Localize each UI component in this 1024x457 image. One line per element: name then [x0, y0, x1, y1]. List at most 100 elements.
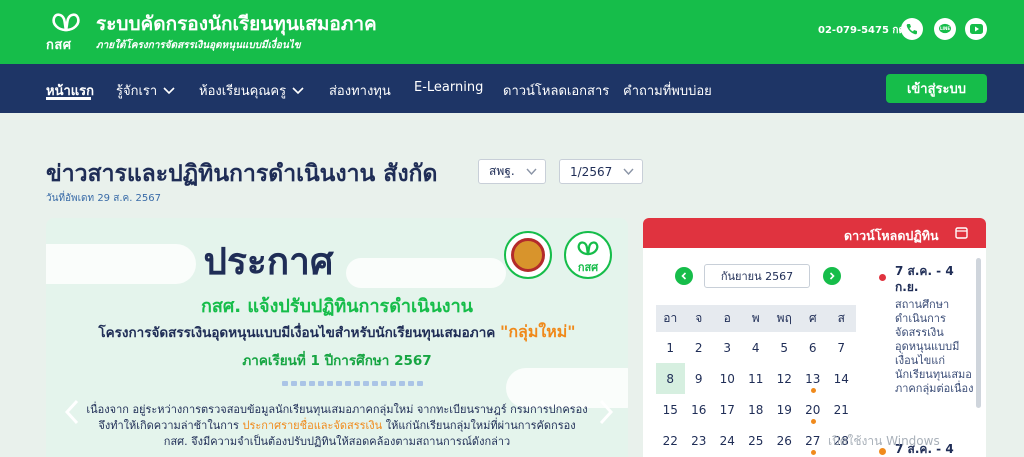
- calendar-day[interactable]: 6: [799, 332, 828, 363]
- site-title: ระบบคัดกรองนักเรียนทุนเสมอภาค: [96, 13, 377, 35]
- event-dot: [879, 274, 886, 281]
- calendar-day[interactable]: 8: [656, 363, 685, 394]
- calendar-day[interactable]: 1: [656, 332, 685, 363]
- calendar-day[interactable]: 23: [685, 425, 714, 456]
- calendar-week-row: 22 23 24 25 26 27 28: [656, 425, 856, 456]
- calendar-week-row: 1234567: [656, 332, 856, 363]
- site-subtitle: ภายใต้โครงการจัดสรรเงินอุดหนุนแบบมีเงื่อ…: [96, 40, 301, 51]
- calendar-day[interactable]: 2: [685, 332, 714, 363]
- event-marker: [810, 450, 816, 455]
- youtube-icon[interactable]: [965, 18, 987, 40]
- announcement-banner[interactable]: ประกาศ กสศ กสศ. แจ้งปรับปฏิทินการดำเนินง…: [46, 218, 628, 457]
- badge-text: กสศ: [577, 261, 599, 274]
- weekday-label: จ: [695, 311, 703, 325]
- nav-item-label: ห้องเรียนคุณครู: [199, 84, 287, 99]
- calendar-day[interactable]: 17: [713, 394, 742, 425]
- top-header-bar: กสศ ระบบคัดกรองนักเรียนทุนเสมอภาค ภายใต้…: [0, 0, 1024, 64]
- chevron-down-icon: [526, 168, 537, 176]
- body-line: เนื่องจาก อยู่ระหว่างการตรวจสอบข้อมูลนัก…: [86, 403, 588, 416]
- nav-item-faq[interactable]: คำถามที่พบบ่อย: [623, 80, 712, 101]
- calendar-day[interactable]: 18: [742, 394, 771, 425]
- nav-item-label: รู้จักเรา: [116, 84, 158, 99]
- calendar-day[interactable]: 12: [770, 363, 799, 394]
- event-list: 7 ส.ค. - 4 ก.ย. สถานศึกษาดำเนินการจัดสรร…: [871, 258, 978, 457]
- nav-item-label: ส่องทางทุน: [329, 84, 391, 99]
- site-logo[interactable]: กสศ: [46, 10, 86, 56]
- agency-select[interactable]: สพฐ.: [478, 159, 546, 184]
- main-nav: หน้าแรก รู้จักเรา ห้องเรียนคุณครู ส่องทา…: [0, 64, 1024, 113]
- calendar-day[interactable]: 26: [770, 425, 799, 456]
- body-line: จึงทำให้เกิดความล่าช้าในการ ประกาศรายชื่…: [98, 419, 576, 432]
- calendar-panel: ดาวน์โหลดปฏิทิน กันยายน 2567 อาจอพพฤศส 1 2…: [643, 218, 986, 457]
- highlight-text: ประกาศรายชื่อและจัดสรรเงิน: [242, 419, 383, 432]
- calendar-day[interactable]: 24: [713, 425, 742, 456]
- agency-select-value: สพฐ.: [489, 164, 515, 178]
- calendar-day[interactable]: 10: [713, 363, 742, 394]
- event-marker: [810, 419, 816, 424]
- logo-mark-icon: [52, 13, 80, 32]
- chevron-left-icon[interactable]: [62, 398, 82, 426]
- nav-item-elearning[interactable]: E-Learning: [414, 80, 483, 95]
- event-description: สถานศึกษาดำเนินการจัดสรรเงินอุดหนุนแบบมี…: [895, 298, 974, 395]
- nav-item-scholarship[interactable]: ส่องทางทุน: [329, 80, 391, 101]
- nav-item-label: คำถามที่พบบ่อย: [623, 84, 712, 99]
- calendar-day[interactable]: 5: [770, 332, 799, 363]
- svg-text:LINE: LINE: [940, 26, 950, 31]
- term-select[interactable]: 1/2567: [559, 159, 643, 184]
- calendar-icon: [955, 227, 968, 239]
- calendar-day[interactable]: 20: [799, 394, 828, 425]
- calendar-day[interactable]: 13: [799, 363, 828, 394]
- nav-item-label: E-Learning: [414, 80, 484, 95]
- line-icon[interactable]: LINE: [934, 18, 956, 40]
- calendar-day[interactable]: 3: [713, 332, 742, 363]
- announcement-project-line: โครงการจัดสรรเงินอุดหนุนแบบมีเงื่อนไขสำห…: [46, 320, 628, 345]
- ministry-seal-logo: [504, 231, 552, 279]
- event-list-scrollbar[interactable]: [976, 258, 981, 408]
- calendar-day[interactable]: 22: [656, 425, 685, 456]
- announcement-body: เนื่องจาก อยู่ระหว่างการตรวจสอบข้อมูลนัก…: [64, 402, 610, 450]
- calendar-day[interactable]: 4: [742, 332, 771, 363]
- chevron-down-icon: [623, 168, 634, 176]
- calendar-day[interactable]: 16: [685, 394, 714, 425]
- calendar-grid: อาจอพพฤศส 1 2 3 4 5 6 7 8 9 10 11 12 13 14 15 16 17 18 19 20…: [656, 305, 856, 456]
- weekday-label: อ: [723, 311, 731, 325]
- calendar-week-row: 8 9 10 11 12 13 14: [656, 363, 856, 394]
- project-text: โครงการจัดสรรเงินอุดหนุนแบบมีเงื่อนไขสำห…: [98, 325, 501, 341]
- calendar-day[interactable]: 21: [827, 394, 856, 425]
- phone-icon[interactable]: [901, 18, 923, 40]
- prev-month-button[interactable]: [675, 267, 693, 285]
- windows-activation-watermark: เปิดใช้งาน Windows: [828, 434, 940, 448]
- slide-pagination: [282, 381, 423, 386]
- announcement-headline: กสศ. แจ้งปรับปฏิทินการดำเนินงาน: [201, 296, 473, 317]
- calendar-day[interactable]: 11: [742, 363, 771, 394]
- weekday-label: ศ: [808, 311, 817, 325]
- download-calendar-label: ดาวน์โหลดปฏิทิน: [844, 228, 939, 243]
- download-calendar-bar[interactable]: ดาวน์โหลดปฏิทิน: [643, 218, 986, 248]
- weekday-label: อา: [663, 311, 678, 325]
- chevron-down-icon: [292, 86, 304, 94]
- nav-item-about[interactable]: รู้จักเรา: [116, 80, 175, 101]
- weekday-header-row: อา จ อ พ พฤ ศ ส: [656, 305, 856, 332]
- chevron-down-icon: [163, 86, 175, 94]
- next-month-button[interactable]: [823, 267, 841, 285]
- active-nav-underline: [46, 97, 91, 100]
- weekday-label: ส: [837, 311, 845, 325]
- login-button[interactable]: เข้าสู่ระบบ: [886, 74, 987, 103]
- calendar-day[interactable]: 15: [656, 394, 685, 425]
- nav-item-teacher-classroom[interactable]: ห้องเรียนคุณครู: [199, 80, 304, 101]
- calendar-day[interactable]: 19: [770, 394, 799, 425]
- chevron-right-icon[interactable]: [596, 398, 616, 426]
- current-month-label[interactable]: กันยายน 2567: [704, 264, 810, 288]
- nav-item-downloads[interactable]: ดาวน์โหลดเอกสาร: [503, 80, 609, 101]
- weekday-label: พฤ: [776, 311, 792, 325]
- page-title: ข่าวสารและปฏิทินการดำเนินงาน สังกัด: [46, 161, 438, 187]
- weekday-label: พ: [751, 311, 760, 325]
- calendar-day[interactable]: 9: [685, 363, 714, 394]
- calendar-day[interactable]: 14: [827, 363, 856, 394]
- calendar-day[interactable]: 7: [827, 332, 856, 363]
- nav-item-label: ดาวน์โหลดเอกสาร: [503, 84, 610, 99]
- event-date: 7 ส.ค. - 4 ก.ย.: [895, 264, 954, 294]
- chevron-left-icon: [681, 272, 687, 280]
- calendar-day[interactable]: 25: [742, 425, 771, 456]
- calendar-day[interactable]: 27: [799, 425, 828, 456]
